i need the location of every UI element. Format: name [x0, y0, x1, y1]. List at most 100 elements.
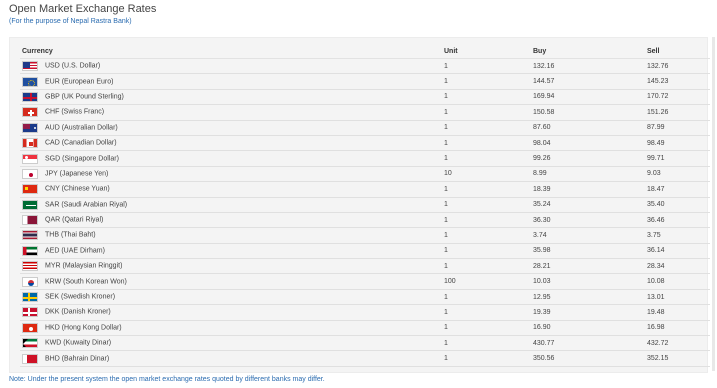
- buy-rate-cell: 8.99: [531, 166, 645, 183]
- table-row: BHD (Bahrain Dinar) 1 350.56 352.15: [20, 350, 710, 367]
- buy-rate-cell: 144.57: [531, 73, 645, 90]
- footnote: Note: Under the present system the open …: [9, 376, 325, 383]
- exchange-rates-table: Currency Unit Buy Sell USD (U.S. Dollar)…: [20, 44, 710, 367]
- table-row: THB (Thai Baht) 1 3.74 3.75: [20, 227, 710, 244]
- column-header-buy: Buy: [531, 44, 645, 59]
- currency-cell: AUD (Australian Dollar): [20, 120, 442, 136]
- currency-cell: SGD (Singapore Dollar): [20, 150, 442, 167]
- table-row: MYR (Malaysian Ringgit) 1 28.21 28.34: [20, 258, 710, 275]
- currency-name: AUD (Australian Dollar): [45, 124, 118, 132]
- australia-flag-icon: [22, 122, 38, 133]
- table-row: GBP (UK Pound Sterling) 1 169.94 170.72: [20, 89, 710, 106]
- sell-rate-cell: 36.14: [645, 243, 710, 260]
- unit-cell: 1: [442, 304, 531, 321]
- unit-cell: 1: [442, 227, 531, 244]
- currency-name: SAR (Saudi Arabian Riyal): [45, 201, 128, 209]
- us-flag-icon: [22, 61, 38, 72]
- sell-rate-cell: 28.34: [645, 258, 710, 275]
- singapore-flag-icon: [22, 153, 38, 164]
- unit-cell: 1: [442, 212, 531, 229]
- denmark-flag-icon: [22, 307, 38, 318]
- buy-rate-cell: 18.39: [531, 181, 645, 198]
- table-row: CHF (Swiss Franc) 1 150.58 151.26: [20, 104, 710, 121]
- unit-cell: 1: [442, 135, 531, 152]
- currency-name: GBP (UK Pound Sterling): [45, 93, 124, 101]
- currency-name: KWD (Kuwaity Dinar): [45, 339, 112, 347]
- unit-cell: 1: [442, 120, 531, 136]
- buy-rate-cell: 36.30: [531, 212, 645, 229]
- rates-panel: Currency Unit Buy Sell USD (U.S. Dollar)…: [9, 37, 710, 373]
- uae-flag-icon: [22, 245, 38, 256]
- currency-name: USD (U.S. Dollar): [45, 62, 101, 70]
- table-row: AUD (Australian Dollar) 1 87.60 87.99: [20, 120, 710, 136]
- china-flag-icon: [22, 184, 38, 195]
- bahrain-flag-icon: [22, 353, 38, 364]
- kuwait-flag-icon: [22, 338, 38, 349]
- currency-name: SEK (Swedish Kroner): [45, 293, 116, 301]
- scrollbar[interactable]: [712, 37, 715, 371]
- sell-rate-cell: 432.72: [645, 335, 710, 352]
- sell-rate-cell: 35.40: [645, 197, 710, 213]
- table-row: CNY (Chinese Yuan) 1 18.39 18.47: [20, 181, 710, 198]
- table-row: EUR (European Euro) 1 144.57 145.23: [20, 73, 710, 90]
- buy-rate-cell: 10.03: [531, 273, 645, 290]
- buy-rate-cell: 99.26: [531, 150, 645, 167]
- sell-rate-cell: 13.01: [645, 289, 710, 306]
- sell-rate-cell: 170.72: [645, 89, 710, 106]
- table-row: KWD (Kuwaity Dinar) 1 430.77 432.72: [20, 335, 710, 352]
- sell-rate-cell: 352.15: [645, 350, 710, 367]
- currency-cell: AED (UAE Dirham): [20, 243, 442, 260]
- buy-rate-cell: 35.98: [531, 243, 645, 260]
- unit-cell: 1: [442, 320, 531, 337]
- unit-cell: 10: [442, 166, 531, 183]
- sell-rate-cell: 16.98: [645, 320, 710, 337]
- currency-name: CAD (Canadian Dollar): [45, 139, 117, 147]
- currency-cell: CNY (Chinese Yuan): [20, 181, 442, 198]
- unit-cell: 1: [442, 335, 531, 352]
- canada-flag-icon: [22, 138, 38, 149]
- swiss-flag-icon: [22, 107, 38, 118]
- currency-cell: HKD (Hong Kong Dollar): [20, 320, 442, 337]
- sell-rate-cell: 151.26: [645, 104, 710, 121]
- eu-flag-icon: [22, 76, 38, 87]
- currency-cell: USD (U.S. Dollar): [20, 58, 442, 75]
- page-title: Open Market Exchange Rates: [9, 3, 157, 15]
- saudi-flag-icon: [22, 199, 38, 210]
- sell-rate-cell: 18.47: [645, 181, 710, 198]
- buy-rate-cell: 132.16: [531, 58, 645, 75]
- table-row: JPY (Japanese Yen) 10 8.99 9.03: [20, 166, 710, 183]
- currency-name: DKK (Danish Kroner): [45, 308, 111, 316]
- currency-name: CHF (Swiss Franc): [45, 108, 105, 116]
- unit-cell: 100: [442, 273, 531, 290]
- unit-cell: 1: [442, 181, 531, 198]
- currency-cell: BHD (Bahrain Dinar): [20, 350, 442, 367]
- currency-cell: SAR (Saudi Arabian Riyal): [20, 197, 442, 213]
- currency-cell: MYR (Malaysian Ringgit): [20, 258, 442, 275]
- table-row: SGD (Singapore Dollar) 1 99.26 99.71: [20, 150, 710, 167]
- malaysia-flag-icon: [22, 261, 38, 272]
- currency-cell: EUR (European Euro): [20, 73, 442, 90]
- table-row: SEK (Swedish Kroner) 1 12.95 13.01: [20, 289, 710, 306]
- sell-rate-cell: 3.75: [645, 227, 710, 244]
- currency-name: EUR (European Euro): [45, 78, 114, 86]
- hongkong-flag-icon: [22, 322, 38, 333]
- table-header-row: Currency Unit Buy Sell: [20, 44, 710, 59]
- sell-rate-cell: 9.03: [645, 166, 710, 183]
- sell-rate-cell: 98.49: [645, 135, 710, 152]
- currency-cell: JPY (Japanese Yen): [20, 166, 442, 183]
- sell-rate-cell: 10.08: [645, 273, 710, 290]
- unit-cell: 1: [442, 350, 531, 367]
- currency-cell: DKK (Danish Kroner): [20, 304, 442, 321]
- buy-rate-cell: 35.24: [531, 197, 645, 213]
- thailand-flag-icon: [22, 230, 38, 241]
- buy-rate-cell: 19.39: [531, 304, 645, 321]
- unit-cell: 1: [442, 258, 531, 275]
- unit-cell: 1: [442, 243, 531, 260]
- buy-rate-cell: 16.90: [531, 320, 645, 337]
- japan-flag-icon: [22, 168, 38, 179]
- qatar-flag-icon: [22, 215, 38, 226]
- unit-cell: 1: [442, 58, 531, 75]
- table-row: AED (UAE Dirham) 1 35.98 36.14: [20, 243, 710, 260]
- currency-name: HKD (Hong Kong Dollar): [45, 324, 122, 332]
- buy-rate-cell: 430.77: [531, 335, 645, 352]
